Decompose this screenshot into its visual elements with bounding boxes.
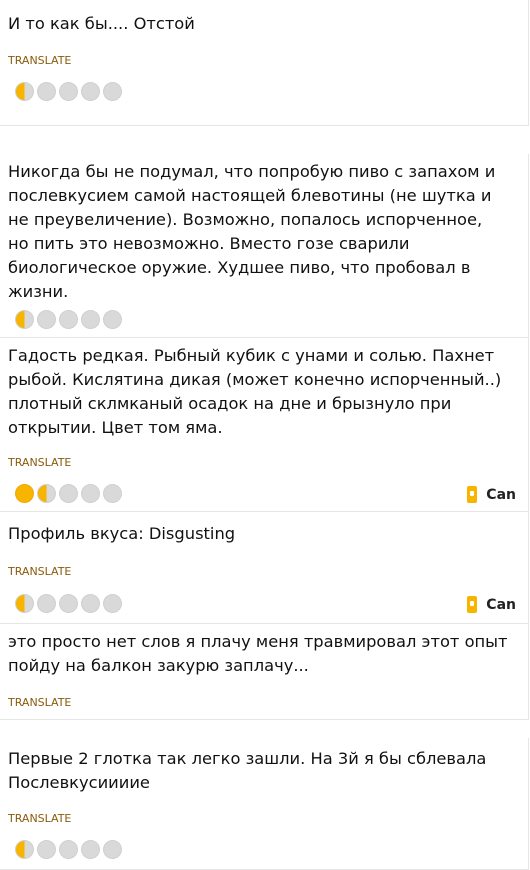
serving-label: Can (486, 486, 516, 503)
bottle-cap-icon (101, 308, 124, 331)
serving-type: Can (467, 596, 516, 613)
bottle-cap-icon (13, 482, 36, 505)
translate-link[interactable]: TRANSLATE (8, 812, 71, 825)
review-card: И то как бы.... Отстой TRANSLATE (0, 0, 529, 126)
bottle-cap-icon (57, 482, 80, 505)
bottle-cap-icon (35, 308, 58, 331)
can-icon (467, 596, 478, 613)
rating (13, 80, 124, 103)
review-card: Гадость редкая. Рыбный кубик с унами и с… (0, 338, 529, 512)
serving-label: Can (486, 596, 516, 613)
rating (13, 308, 124, 331)
can-icon (467, 486, 478, 503)
bottle-cap-icon (57, 80, 80, 103)
translate-link[interactable]: TRANSLATE (8, 696, 71, 709)
bottle-cap-icon (13, 592, 36, 615)
bottle-cap-icon (101, 838, 124, 861)
review-card: это просто нет слов я плачу меня травмир… (0, 624, 529, 720)
bottle-cap-icon (79, 482, 102, 505)
review-card: Профиль вкуса: Disgusting TRANSLATE Can (0, 512, 529, 624)
bottle-cap-icon (101, 592, 124, 615)
bottle-cap-icon (35, 592, 58, 615)
serving-type: Can (467, 486, 516, 503)
review-card: Первые 2 глотка так легко зашли. На 3й я… (0, 738, 529, 870)
bottle-cap-icon (35, 482, 58, 505)
review-text: Никогда бы не подумал, что попробую пиво… (8, 162, 496, 301)
rating (13, 838, 124, 861)
bottle-cap-icon (35, 80, 58, 103)
bottle-cap-icon (13, 308, 36, 331)
bottle-cap-icon (57, 838, 80, 861)
bottle-cap-icon (79, 80, 102, 103)
bottle-cap-icon (35, 838, 58, 861)
review-text: это просто нет слов я плачу меня травмир… (8, 632, 508, 675)
bottle-cap-icon (79, 592, 102, 615)
translate-link[interactable]: TRANSLATE (8, 456, 71, 469)
rating (13, 482, 124, 505)
review-text: Гадость редкая. Рыбный кубик с унами и с… (8, 346, 502, 437)
review-text: Профиль вкуса: Disgusting (8, 524, 236, 543)
bottle-cap-icon (13, 838, 36, 861)
bottle-cap-icon (79, 838, 102, 861)
translate-link[interactable]: TRANSLATE (8, 54, 71, 67)
review-text: Первые 2 глотка так легко зашли. На 3й я… (8, 749, 487, 792)
bottle-cap-icon (57, 308, 80, 331)
rating (13, 592, 124, 615)
bottle-cap-icon (101, 80, 124, 103)
review-card: Никогда бы не подумал, что попробую пиво… (0, 154, 529, 338)
translate-link[interactable]: TRANSLATE (8, 565, 71, 578)
review-text: И то как бы.... Отстой (8, 14, 195, 33)
bottle-cap-icon (101, 482, 124, 505)
bottle-cap-icon (79, 308, 102, 331)
bottle-cap-icon (57, 592, 80, 615)
bottle-cap-icon (13, 80, 36, 103)
